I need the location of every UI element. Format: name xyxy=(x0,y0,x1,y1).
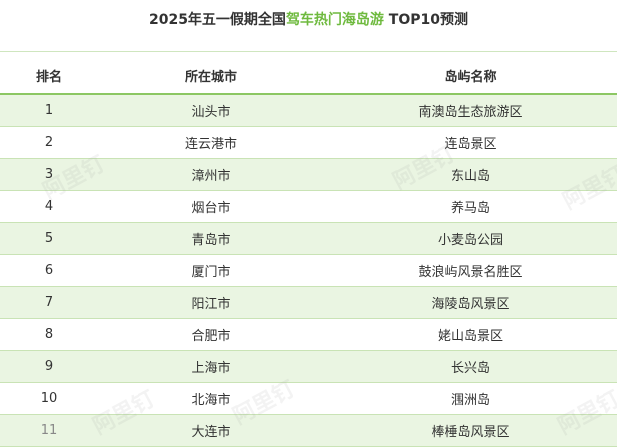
table-row: 3 漳州市 东山岛 xyxy=(0,159,617,191)
page-title: 2025年五一假期全国驾车热门海岛游 TOP10预测 xyxy=(0,10,617,30)
table-row: 5 青岛市 小麦岛公园 xyxy=(0,223,617,255)
rank-cell: 8 xyxy=(44,327,54,342)
city-cell: 连云港市 xyxy=(184,137,237,152)
rank-cell: 5 xyxy=(44,231,54,246)
rank-cell: 10 xyxy=(40,391,58,406)
page: 2025年五一假期全国驾车热门海岛游 TOP10预测 排名 所在城市 岛屿名称 … xyxy=(0,0,617,448)
table-row: 1 汕头市 南澳岛生态旅游区 xyxy=(0,95,617,127)
city-cell: 北海市 xyxy=(191,393,231,408)
rank-cell: 11 xyxy=(40,423,58,438)
rank-cell: 7 xyxy=(44,295,54,310)
city-cell: 漳州市 xyxy=(191,169,231,184)
table-row: 4 烟台市 养马岛 xyxy=(0,191,617,223)
island-cell: 连岛景区 xyxy=(444,137,497,152)
rank-cell: 1 xyxy=(44,103,54,118)
header-city: 所在城市 xyxy=(184,69,237,85)
city-cell: 阳江市 xyxy=(191,297,231,312)
title-suffix: TOP10预测 xyxy=(383,12,469,28)
island-cell: 小麦岛公园 xyxy=(437,233,503,248)
table-row: 8 合肥市 姥山岛景区 xyxy=(0,319,617,351)
rank-cell: 4 xyxy=(44,199,54,214)
table-row: 7 阳江市 海陵岛风景区 xyxy=(0,287,617,319)
header-island: 岛屿名称 xyxy=(444,69,497,85)
island-cell: 鼓浪屿风景名胜区 xyxy=(418,265,523,280)
rank-cell: 2 xyxy=(44,135,54,150)
top-divider xyxy=(0,51,617,52)
island-cell: 南澳岛生态旅游区 xyxy=(418,105,523,120)
city-cell: 大连市 xyxy=(191,425,231,440)
island-cell: 涠洲岛 xyxy=(450,393,490,408)
city-cell: 合肥市 xyxy=(191,329,231,344)
island-cell: 长兴岛 xyxy=(450,361,490,376)
rank-cell: 6 xyxy=(44,263,54,278)
rank-cell: 3 xyxy=(44,167,54,182)
table-row: 2 连云港市 连岛景区 xyxy=(0,127,617,159)
table-body: 1 汕头市 南澳岛生态旅游区 2 连云港市 连岛景区 3 漳州市 东山岛 4 烟… xyxy=(0,95,617,447)
table-row: 11 大连市 棒棰岛风景区 xyxy=(0,415,617,447)
rank-cell: 9 xyxy=(44,359,54,374)
island-cell: 棒棰岛风景区 xyxy=(431,425,510,440)
table-row: 9 上海市 长兴岛 xyxy=(0,351,617,383)
island-cell: 养马岛 xyxy=(450,201,490,216)
header-rank: 排名 xyxy=(35,69,62,85)
title-highlight: 驾车热门海岛游 xyxy=(285,12,384,28)
title-prefix: 2025年五一假期全国 xyxy=(148,12,286,28)
city-cell: 青岛市 xyxy=(191,233,231,248)
island-cell: 海陵岛风景区 xyxy=(431,297,510,312)
city-cell: 汕头市 xyxy=(191,105,231,120)
table-header: 排名 所在城市 岛屿名称 xyxy=(0,58,617,92)
island-cell: 姥山岛景区 xyxy=(437,329,503,344)
city-cell: 上海市 xyxy=(191,361,231,376)
city-cell: 厦门市 xyxy=(191,265,231,280)
table-row: 6 厦门市 鼓浪屿风景名胜区 xyxy=(0,255,617,287)
table-row: 10 北海市 涠洲岛 xyxy=(0,383,617,415)
island-cell: 东山岛 xyxy=(450,169,490,184)
city-cell: 烟台市 xyxy=(191,201,231,216)
